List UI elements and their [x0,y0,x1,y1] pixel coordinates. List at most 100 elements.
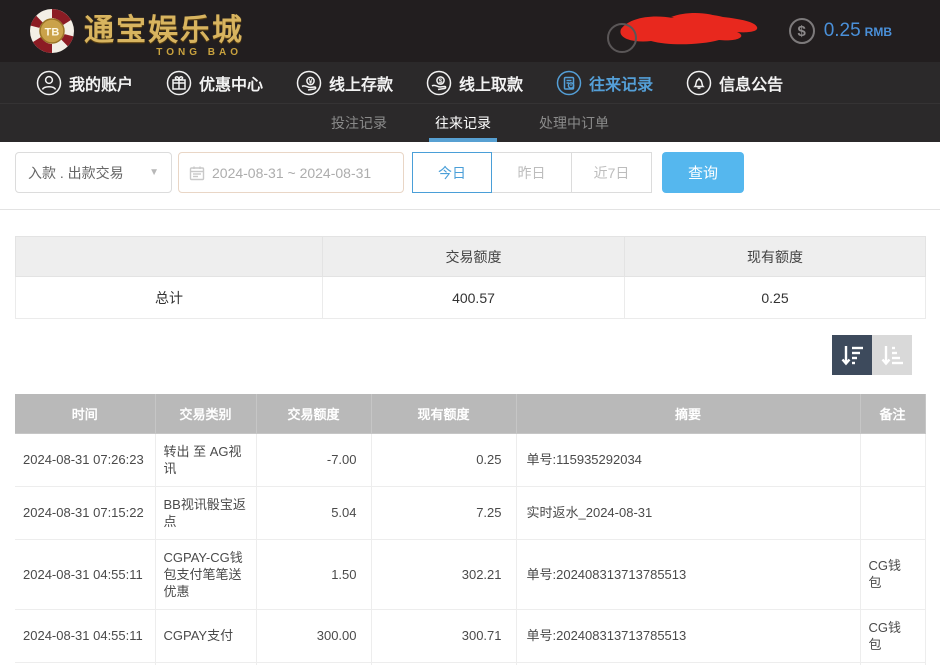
cell-time: 2024-08-31 04:55:11 [15,609,155,662]
cell-balance: 300.71 [371,609,516,662]
button-label: 近7日 [594,163,630,183]
header-note: 备注 [860,394,925,433]
nav-label: 线上取款 [459,71,523,95]
quick-date-group: 今日 昨日 近7日 [412,152,652,193]
summary-balance-total: 0.25 [625,277,926,319]
button-label: 今日 [438,163,466,183]
tab-pending-orders[interactable]: 处理中订单 [533,104,615,142]
summary-total-label: 总计 [16,277,323,319]
main-nav: 我的账户 优惠中心 ¥ 线上存款 $ 线上取款 [0,62,940,104]
button-label: 昨日 [518,163,546,183]
cell-summary: 实时返水_2024-08-31 [516,486,860,539]
top-header: TB 通宝娱乐城 TONG BAO $ 0.25 RMB [0,0,940,62]
header-time: 时间 [15,394,155,433]
cell-type: 转出 至 AG视讯 [155,433,256,486]
cell-amount: 1.50 [256,539,371,609]
cell-note [860,433,925,486]
cell-note: CG钱包 [860,609,925,662]
sort-descending-icon [840,343,864,367]
table-row: 2024-08-31 07:26:23转出 至 AG视讯-7.000.25单号:… [15,433,925,486]
cell-type: BB视讯骰宝返点 [155,486,256,539]
nav-item-promotions[interactable]: 优惠中心 [166,70,263,96]
summary-header-transaction: 交易额度 [323,237,625,277]
site-subtitle: TONG BAO [156,47,242,58]
svg-text:TB: TB [45,27,60,39]
table-row: 2024-08-31 07:15:22BB视讯骰宝返点5.047.25实时返水_… [15,486,925,539]
gift-icon [166,70,192,96]
cell-summary: 单号:115935292034 [516,433,860,486]
header-summary: 摘要 [516,394,860,433]
tab-label: 投注记录 [331,113,387,133]
summary-header-balance: 现有额度 [625,237,926,277]
sort-ascending-icon [880,343,904,367]
cell-time: 2024-08-31 07:26:23 [15,433,155,486]
svg-text:¥: ¥ [309,78,313,85]
last7days-button[interactable]: 近7日 [572,152,652,193]
tab-betting-records[interactable]: 投注记录 [325,104,393,142]
cell-time: 2024-08-31 04:55:11 [15,539,155,609]
cell-amount: -7.00 [256,433,371,486]
username-area [611,9,771,53]
sort-descending-button[interactable] [832,335,872,375]
nav-label: 线上存款 [329,71,393,95]
user-icon [36,70,62,96]
tab-label: 往来记录 [435,113,491,133]
calendar-icon [189,165,205,181]
nav-item-account[interactable]: 我的账户 [36,70,133,96]
header-type: 交易类别 [155,394,256,433]
transaction-type-select[interactable]: 入款 . 出款交易 ▼ [15,152,172,193]
cell-type: CGPAY支付 [155,609,256,662]
sort-ascending-button[interactable] [872,335,912,375]
cell-amount: 300.00 [256,609,371,662]
cell-note [860,486,925,539]
cell-note: CG钱包 [860,539,925,609]
summary-table: 交易额度 现有额度 总计 400.57 0.25 [15,236,926,319]
balance-amount: 0.25 [824,20,861,41]
transactions-table: 时间 交易类别 交易额度 现有额度 摘要 备注 2024-08-31 07:26… [15,394,926,665]
cell-balance: 0.25 [371,433,516,486]
nav-item-records[interactable]: 往来记录 [556,70,653,96]
search-button[interactable]: 查询 [662,152,744,193]
cell-summary: 单号:202408313713785513 [516,539,860,609]
balance-display[interactable]: 0.25 RMB [824,20,892,42]
nav-item-deposit[interactable]: ¥ 线上存款 [296,70,393,96]
withdraw-icon: $ [426,70,452,96]
header-amount: 交易额度 [256,394,371,433]
chevron-down-icon: ▼ [149,167,159,178]
svg-text:$: $ [439,78,443,85]
table-row: 2024-08-31 04:55:11CGPAY-CG钱包支付笔笔送优惠1.50… [15,539,925,609]
cell-balance: 7.25 [371,486,516,539]
cell-summary: 单号:202408313713785513 [516,609,860,662]
date-range-value: 2024-08-31 ~ 2024-08-31 [212,165,371,181]
tab-transaction-records[interactable]: 往来记录 [429,104,497,142]
sort-controls [0,335,912,375]
nav-label: 我的账户 [69,71,133,95]
site-logo[interactable]: TB 通宝娱乐城 TONG BAO [28,7,244,55]
date-range-input[interactable]: 2024-08-31 ~ 2024-08-31 [178,152,404,193]
balance-currency: RMB [865,25,892,39]
table-header-row: 时间 交易类别 交易额度 现有额度 摘要 备注 [15,394,925,433]
site-title: 通宝娱乐城 [84,14,244,48]
cell-type: CGPAY-CG钱包支付笔笔送优惠 [155,539,256,609]
nav-item-announcements[interactable]: 信息公告 [686,70,783,96]
header-balance: 现有额度 [371,394,516,433]
summary-transaction-total: 400.57 [323,277,625,319]
filter-bar: 入款 . 出款交易 ▼ 2024-08-31 ~ 2024-08-31 今日 昨… [0,142,940,193]
bell-icon [686,70,712,96]
avatar-icon [607,23,637,53]
nav-item-withdraw[interactable]: $ 线上取款 [426,70,523,96]
tab-label: 处理中订单 [539,113,609,133]
yesterday-button[interactable]: 昨日 [492,152,572,193]
coin-icon: $ [789,18,815,44]
nav-label: 往来记录 [589,71,653,95]
select-value: 入款 . 出款交易 [28,163,124,183]
cell-balance: 302.21 [371,539,516,609]
sub-nav: 投注记录 往来记录 处理中订单 [0,104,940,142]
records-icon [556,70,582,96]
cell-time: 2024-08-31 07:15:22 [15,486,155,539]
section-divider [0,209,940,210]
summary-header-empty [16,237,323,277]
transactions-body: 2024-08-31 07:26:23转出 至 AG视讯-7.000.25单号:… [15,433,925,665]
nav-label: 信息公告 [719,71,783,95]
today-button[interactable]: 今日 [412,152,492,193]
